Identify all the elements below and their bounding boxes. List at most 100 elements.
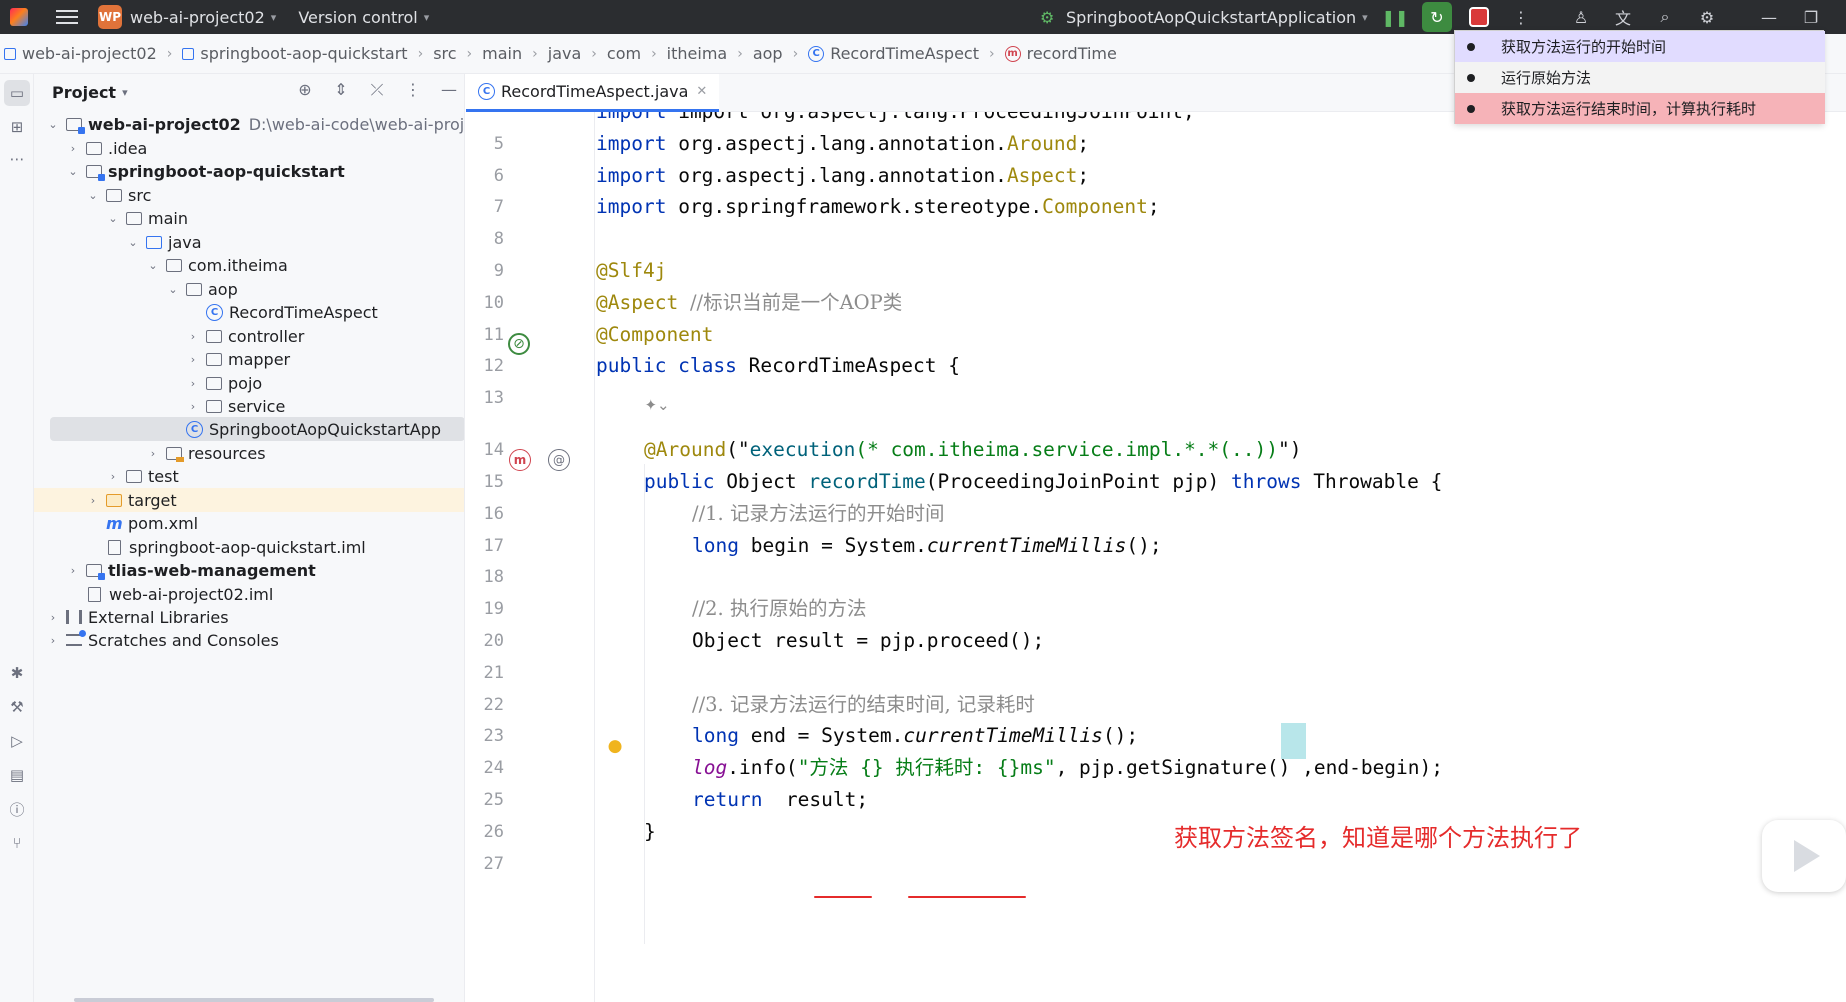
tree-item-controller[interactable]: › controller bbox=[34, 324, 464, 348]
minimize-icon[interactable]: — bbox=[1754, 2, 1784, 32]
options-icon[interactable]: ⋮ bbox=[402, 80, 424, 100]
translate-icon[interactable]: 文 bbox=[1608, 2, 1638, 32]
breadcrumb-item[interactable]: src bbox=[433, 44, 456, 63]
breadcrumb-item[interactable]: C RecordTimeAspect bbox=[808, 44, 979, 63]
method-advice-icon[interactable]: m bbox=[509, 449, 531, 471]
tree-item-mapper[interactable]: › mapper bbox=[34, 347, 464, 371]
intellij-logo-icon[interactable] bbox=[10, 8, 28, 26]
play-icon bbox=[1794, 840, 1820, 872]
tree-item-test[interactable]: › test bbox=[34, 464, 464, 488]
chevron-right-icon: › bbox=[150, 446, 156, 460]
method-icon: m bbox=[1004, 45, 1021, 62]
chevron-right-icon: › bbox=[166, 45, 173, 62]
tree-item-project-iml[interactable]: web-ai-project02.iml bbox=[34, 582, 464, 606]
project-tool-icon[interactable]: ▭ bbox=[4, 80, 30, 106]
code-editor[interactable]: import import org.aspectj.lang.Proceedin… bbox=[466, 112, 1846, 1002]
breadcrumb-item[interactable]: main bbox=[482, 44, 522, 63]
code-line: //2. 执行原始的方法 bbox=[692, 597, 867, 620]
tree-item-external-libraries[interactable]: › External Libraries bbox=[34, 605, 464, 629]
restore-icon[interactable]: ❐ bbox=[1796, 2, 1826, 32]
maven-icon: m bbox=[106, 513, 123, 533]
locate-icon[interactable]: ⊕ bbox=[294, 80, 316, 100]
stop-icon[interactable] bbox=[1464, 2, 1494, 32]
project-name: web-ai-project02 bbox=[130, 7, 265, 27]
annotation-navigate-icon[interactable]: @ bbox=[548, 449, 570, 471]
tree-item-springboot-aop-quickstart[interactable]: ⌄ springboot-aop-quickstart bbox=[34, 159, 464, 183]
spring-boot-icon: ⚙ bbox=[1040, 8, 1055, 27]
breadcrumb-item[interactable]: springboot-aop-quickstart bbox=[182, 44, 408, 63]
version-control-menu[interactable]: Version control ▾ bbox=[298, 8, 429, 27]
bullet-icon bbox=[1467, 104, 1475, 113]
bean-run-icon[interactable]: ⊘ bbox=[508, 333, 530, 355]
ai-assist-icon[interactable]: ✦⌄ bbox=[644, 394, 669, 416]
tree-item-src[interactable]: ⌄ src bbox=[34, 183, 464, 207]
code-line: import org.aspectj.lang.annotation.Aspec… bbox=[596, 164, 1090, 187]
folder-icon bbox=[106, 188, 122, 202]
tree-item-main[interactable]: ⌄ main bbox=[34, 206, 464, 230]
excluded-folder-icon bbox=[106, 493, 122, 507]
tree-item-springbootaopquickstartapp[interactable]: C SpringbootAopQuickstartApp bbox=[50, 417, 464, 441]
run-tool-icon[interactable]: ▷ bbox=[4, 728, 30, 754]
tree-item-aop[interactable]: ⌄ aop bbox=[34, 277, 464, 301]
collapse-all-icon[interactable]: ⤫ bbox=[366, 80, 388, 100]
tree-item-idea[interactable]: › .idea bbox=[34, 136, 464, 160]
git-tool-icon[interactable]: ⑂ bbox=[4, 830, 30, 856]
structure-tool-icon[interactable]: ⊞ bbox=[4, 114, 30, 140]
tree-item-scratches[interactable]: › Scratches and Consoles bbox=[34, 628, 464, 652]
tree-item-target[interactable]: › target bbox=[34, 488, 464, 512]
main-menu-icon[interactable] bbox=[56, 10, 78, 24]
pause-icon[interactable]: ❚❚ bbox=[1380, 2, 1410, 32]
run-config-selector[interactable]: ⚙ SpringbootAopQuickstartApplication ▾ bbox=[1040, 0, 1368, 34]
note-item: 获取方法运行的开始时间 bbox=[1455, 31, 1825, 62]
tree-item-iml-file[interactable]: springboot-aop-quickstart.iml bbox=[34, 535, 464, 559]
tree-item-web-ai-project02[interactable]: ⌄ web-ai-project02 D:\web-ai-code\web-ai… bbox=[34, 112, 464, 136]
tree-item-pojo[interactable]: › pojo bbox=[34, 371, 464, 395]
tree-item-recordtimeaspect[interactable]: C RecordTimeAspect bbox=[34, 300, 464, 324]
add-user-icon[interactable]: ♙ bbox=[1566, 2, 1596, 32]
breadcrumb-item[interactable]: m recordTime bbox=[1004, 44, 1117, 63]
tree-item-java[interactable]: ⌄ java bbox=[34, 230, 464, 254]
breadcrumb-item[interactable]: java bbox=[548, 44, 582, 63]
source-folder-icon bbox=[146, 235, 162, 249]
tree-item-resources[interactable]: › resources bbox=[34, 441, 464, 465]
spring-boot-class-icon: C bbox=[186, 420, 203, 438]
chevron-right-icon: › bbox=[90, 493, 96, 507]
close-icon[interactable]: ✕ bbox=[696, 84, 707, 99]
notes-overlay: 获取方法运行的开始时间 运行原始方法 获取方法运行结束时间，计算执行耗时 bbox=[1454, 30, 1825, 124]
problems-tool-icon[interactable]: ⓘ bbox=[4, 796, 30, 822]
tree-item-tlias-web-management[interactable]: › tlias-web-management bbox=[34, 558, 464, 582]
project-selector[interactable]: WP web-ai-project02 ▾ bbox=[98, 5, 276, 29]
chevron-right-icon: › bbox=[417, 45, 424, 62]
line-number: 18 bbox=[483, 567, 504, 587]
chevron-right-icon: › bbox=[50, 610, 56, 624]
tab-recordtimeaspect[interactable]: C RecordTimeAspect.java ✕ bbox=[466, 74, 720, 112]
code-line: @Slf4j bbox=[596, 259, 667, 282]
bullet-icon bbox=[1467, 42, 1475, 51]
breadcrumb-item[interactable]: aop bbox=[753, 44, 783, 63]
horizontal-scrollbar[interactable] bbox=[74, 998, 434, 1002]
more-icon[interactable]: ⋮ bbox=[1506, 2, 1536, 32]
tree-item-pom-xml[interactable]: m pom.xml bbox=[34, 511, 464, 535]
build-tool-icon[interactable]: ⚒ bbox=[4, 694, 30, 720]
tree-item-service[interactable]: › service bbox=[34, 394, 464, 418]
line-number: 6 bbox=[493, 166, 504, 186]
expand-all-icon[interactable]: ⇕ bbox=[330, 80, 352, 100]
chevron-down-icon: ⌄ bbox=[88, 188, 98, 202]
lightbulb-icon[interactable]: ● bbox=[604, 735, 626, 757]
breadcrumb-item[interactable]: itheima bbox=[667, 44, 728, 63]
terminal-tool-icon[interactable]: ▤ bbox=[4, 762, 30, 788]
breadcrumb-item[interactable]: com bbox=[607, 44, 641, 63]
line-number: 5 bbox=[493, 134, 504, 154]
line-number: 17 bbox=[483, 536, 504, 556]
breadcrumb-item[interactable]: web-ai-project02 bbox=[4, 44, 157, 63]
settings-icon[interactable]: ⚙ bbox=[1692, 2, 1722, 32]
tree-item-com-itheima[interactable]: ⌄ com.itheima bbox=[34, 253, 464, 277]
search-icon[interactable]: ⌕ bbox=[1650, 2, 1680, 32]
hide-icon[interactable]: — bbox=[438, 80, 460, 100]
left-tool-strip: ▭ ⊞ ⋯ ✱ ⚒ ▷ ▤ ⓘ ⑂ bbox=[0, 74, 34, 1002]
debug-tool-icon[interactable]: ✱ bbox=[4, 660, 30, 686]
rerun-icon[interactable]: ↻ bbox=[1422, 2, 1452, 32]
code-line: public Object recordTime(ProceedingJoinP… bbox=[644, 470, 1443, 493]
more-tools-icon[interactable]: ⋯ bbox=[4, 146, 30, 172]
video-play-button[interactable] bbox=[1762, 820, 1846, 892]
